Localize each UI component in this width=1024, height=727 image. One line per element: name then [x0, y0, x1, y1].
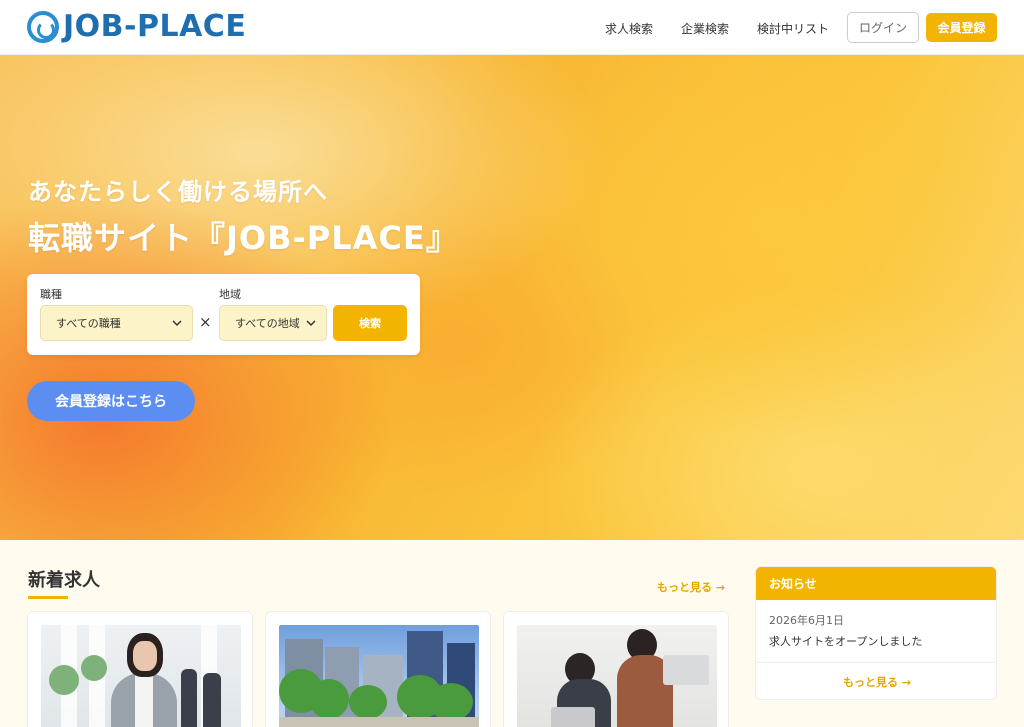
chevron-down-icon	[172, 320, 182, 327]
area-value: すべての地域	[235, 317, 300, 330]
news-date: 2026年6月1日	[769, 614, 844, 627]
job-card[interactable]	[503, 611, 729, 727]
nav-job-search[interactable]: 求人検索	[605, 20, 653, 37]
job-card-image	[279, 625, 479, 727]
job-type-select[interactable]: すべての職種	[40, 305, 193, 341]
area-label: 地域	[219, 288, 241, 301]
search-panel: 職種 すべての職種 × 地域 すべての地域 検索	[27, 274, 420, 355]
register-cta-button[interactable]: 会員登録はこちら	[27, 381, 195, 421]
search-button[interactable]: 検索	[333, 305, 407, 341]
register-button[interactable]: 会員登録	[926, 13, 997, 42]
job-type-label: 職種	[40, 288, 62, 301]
logo-mark-icon	[27, 11, 59, 43]
hero-banner: あなたらしく働ける場所へ 転職サイト『JOB-PLACE』 職種 すべての職種 …	[0, 55, 1024, 540]
job-card[interactable]	[265, 611, 491, 727]
times-separator: ×	[199, 313, 212, 331]
nav-company-search[interactable]: 企業検索	[681, 20, 729, 37]
hero-title: 転職サイト『JOB-PLACE』	[28, 219, 459, 257]
news-title: お知らせ	[756, 567, 996, 600]
job-card-image	[41, 625, 241, 727]
new-jobs-title: 新着求人	[28, 570, 100, 591]
hero-subtitle: あなたらしく働ける場所へ	[28, 178, 328, 206]
logo-text: JOB-PLACE	[63, 9, 247, 44]
job-card-image	[517, 625, 717, 727]
area-select[interactable]: すべての地域	[219, 305, 327, 341]
chevron-down-icon	[306, 320, 316, 327]
login-button[interactable]: ログイン	[847, 12, 919, 43]
logo[interactable]: JOB-PLACE	[27, 10, 246, 44]
news-more-link[interactable]: もっと見る →	[756, 674, 996, 690]
jobs-more-link[interactable]: もっと見る →	[657, 579, 725, 595]
news-panel: お知らせ 2026年6月1日 求人サイトをオープンしました もっと見る →	[755, 566, 997, 700]
title-underline	[28, 596, 68, 599]
job-type-value: すべての職種	[56, 317, 121, 330]
nav-saved-list[interactable]: 検討中リスト	[757, 20, 829, 37]
site-header: JOB-PLACE 求人検索 企業検索 検討中リスト ログイン 会員登録	[0, 0, 1024, 55]
job-card[interactable]	[27, 611, 253, 727]
divider	[756, 662, 996, 663]
news-item-link[interactable]: 求人サイトをオープンしました	[769, 633, 922, 649]
